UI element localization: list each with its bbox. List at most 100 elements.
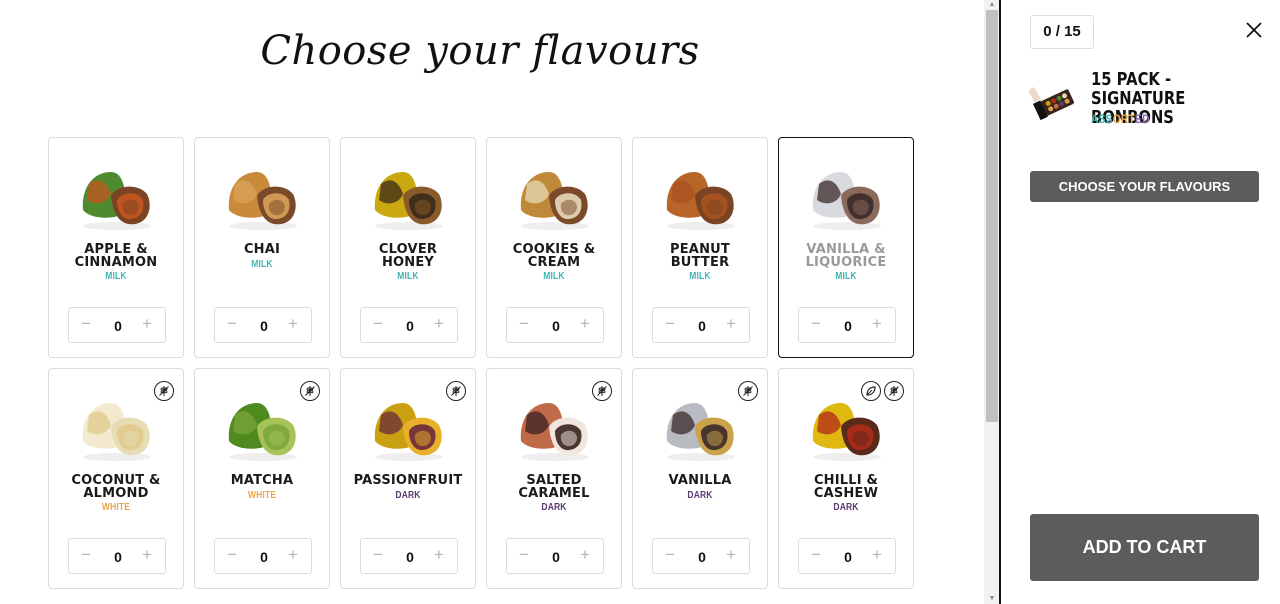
pack-panel: 0 / 15 15 PACK - SIGNATURE BONBONS ASSOR… [1001, 0, 1280, 604]
chocolate-type: DARK [541, 502, 567, 513]
flavour-name: VANILLA & LIQUORICE [805, 242, 887, 270]
decrease-button[interactable]: − [76, 314, 96, 334]
gluten-free-icon [738, 381, 758, 401]
flavour-name: COOKIES & CREAM [512, 242, 596, 270]
quantity-stepper: − 0 + [652, 307, 750, 343]
quantity-stepper: − 0 + [68, 307, 166, 343]
decrease-button[interactable]: − [222, 545, 242, 565]
flavour-card[interactable]: CLOVER HONEY MILK − 0 + [340, 137, 476, 358]
flavour-card[interactable]: VANILLA DARK − 0 + [632, 368, 768, 589]
increase-button[interactable]: + [721, 314, 741, 334]
flavour-card[interactable]: VANILLA & LIQUORICE MILK − 0 + [778, 137, 914, 358]
flavour-name: CHAI [243, 242, 281, 257]
increase-button[interactable]: + [867, 545, 887, 565]
quantity-stepper: − 0 + [214, 307, 312, 343]
flavour-card[interactable]: CHILLI & CASHEW DARK − 0 + [778, 368, 914, 589]
decrease-button[interactable]: − [368, 545, 388, 565]
chocolate-type: DARK [833, 502, 859, 513]
diet-badges [738, 381, 758, 401]
increase-button[interactable]: + [283, 314, 303, 334]
chocolate-type: MILK [543, 271, 565, 282]
choose-flavours-button[interactable]: CHOOSE YOUR FLAVOURS [1030, 171, 1259, 202]
bonbon-image [666, 403, 735, 461]
increase-button[interactable]: + [429, 545, 449, 565]
flavour-name: APPLE & CINNAMON [74, 242, 158, 270]
quantity-value: 0 [260, 549, 268, 565]
quantity-value: 0 [406, 549, 414, 565]
increase-button[interactable]: + [283, 545, 303, 565]
diet-badges [154, 381, 174, 401]
chocolate-type: WHITE [247, 489, 277, 501]
gluten-free-icon [446, 381, 466, 401]
increase-button[interactable]: + [429, 314, 449, 334]
gluten-free-icon [154, 381, 174, 401]
flavour-name: CLOVER HONEY [378, 242, 438, 270]
decrease-button[interactable]: − [514, 314, 534, 334]
flavour-card[interactable]: CHAI MILK − 0 + [194, 137, 330, 358]
flavour-card[interactable]: APPLE & CINNAMON MILK − 0 + [48, 137, 184, 358]
bonbon-image [666, 172, 735, 230]
increase-button[interactable]: + [137, 545, 157, 565]
bonbon-image [812, 403, 881, 461]
increase-button[interactable]: + [137, 314, 157, 334]
flavour-name: PEANUT BUTTER [670, 242, 730, 270]
page-title: Choose your flavours [260, 28, 700, 74]
quantity-stepper: − 0 + [68, 538, 166, 574]
bonbon-image [520, 403, 589, 461]
increase-button[interactable]: + [721, 545, 741, 565]
scroll-up-icon[interactable]: ▲ [988, 1, 996, 9]
increase-button[interactable]: + [575, 314, 595, 334]
decrease-button[interactable]: − [806, 314, 826, 334]
decrease-button[interactable]: − [660, 545, 680, 565]
decrease-button[interactable]: − [222, 314, 242, 334]
flavour-name: PASSIONFRUIT [353, 473, 463, 488]
flavour-card[interactable]: MATCHA WHITE − 0 + [194, 368, 330, 589]
flavour-name: VANILLA [668, 473, 732, 488]
bonbon-image [374, 172, 443, 230]
gluten-free-icon [884, 381, 904, 401]
vegan-icon [861, 381, 881, 401]
add-to-cart-button[interactable]: ADD TO CART [1030, 514, 1259, 581]
quantity-value: 0 [552, 549, 560, 565]
quantity-stepper: − 0 + [360, 538, 458, 574]
scroll-down-icon[interactable]: ▼ [988, 595, 996, 603]
decrease-button[interactable]: − [806, 545, 826, 565]
flavour-name: COCONUT & ALMOND [71, 473, 161, 501]
decrease-button[interactable]: − [514, 545, 534, 565]
selection-counter: 0 / 15 [1030, 15, 1094, 49]
gluten-free-icon [300, 381, 320, 401]
quantity-stepper: − 0 + [652, 538, 750, 574]
quantity-value: 0 [114, 318, 122, 334]
quantity-stepper: − 0 + [798, 538, 896, 574]
scroll-thumb[interactable] [986, 10, 998, 422]
chocolate-type: MILK [835, 271, 857, 282]
scrollbar[interactable]: ▲ ▼ [984, 0, 1000, 604]
flavour-name: MATCHA [230, 473, 294, 488]
quantity-stepper: − 0 + [506, 307, 604, 343]
diet-badges [446, 381, 466, 401]
chocolate-type: DARK [687, 489, 713, 501]
flavour-card[interactable]: COOKIES & CREAM MILK − 0 + [486, 137, 622, 358]
flavour-name: SALTED CARAMEL [518, 473, 590, 501]
flavour-card[interactable]: PEANUT BUTTER MILK − 0 + [632, 137, 768, 358]
diet-badges [861, 381, 904, 401]
decrease-button[interactable]: − [76, 545, 96, 565]
pack-image [1029, 87, 1074, 121]
decrease-button[interactable]: − [368, 314, 388, 334]
decrease-button[interactable]: − [660, 314, 680, 334]
quantity-value: 0 [114, 549, 122, 565]
increase-button[interactable]: + [867, 314, 887, 334]
quantity-stepper: − 0 + [798, 307, 896, 343]
quantity-stepper: − 0 + [360, 307, 458, 343]
increase-button[interactable]: + [575, 545, 595, 565]
flavour-card[interactable]: SALTED CARAMEL DARK − 0 + [486, 368, 622, 589]
gluten-free-icon [592, 381, 612, 401]
quantity-stepper: − 0 + [214, 538, 312, 574]
flavour-picker: Choose your flavours APPLE & CINNAMON MILK… [0, 0, 984, 604]
chocolate-type: MILK [397, 271, 419, 282]
flavour-card[interactable]: PASSIONFRUIT DARK − 0 + [340, 368, 476, 589]
chocolate-type: MILK [689, 271, 711, 282]
close-icon[interactable] [1244, 20, 1264, 40]
quantity-value: 0 [552, 318, 560, 334]
flavour-card[interactable]: COCONUT & ALMOND WHITE − 0 + [48, 368, 184, 589]
